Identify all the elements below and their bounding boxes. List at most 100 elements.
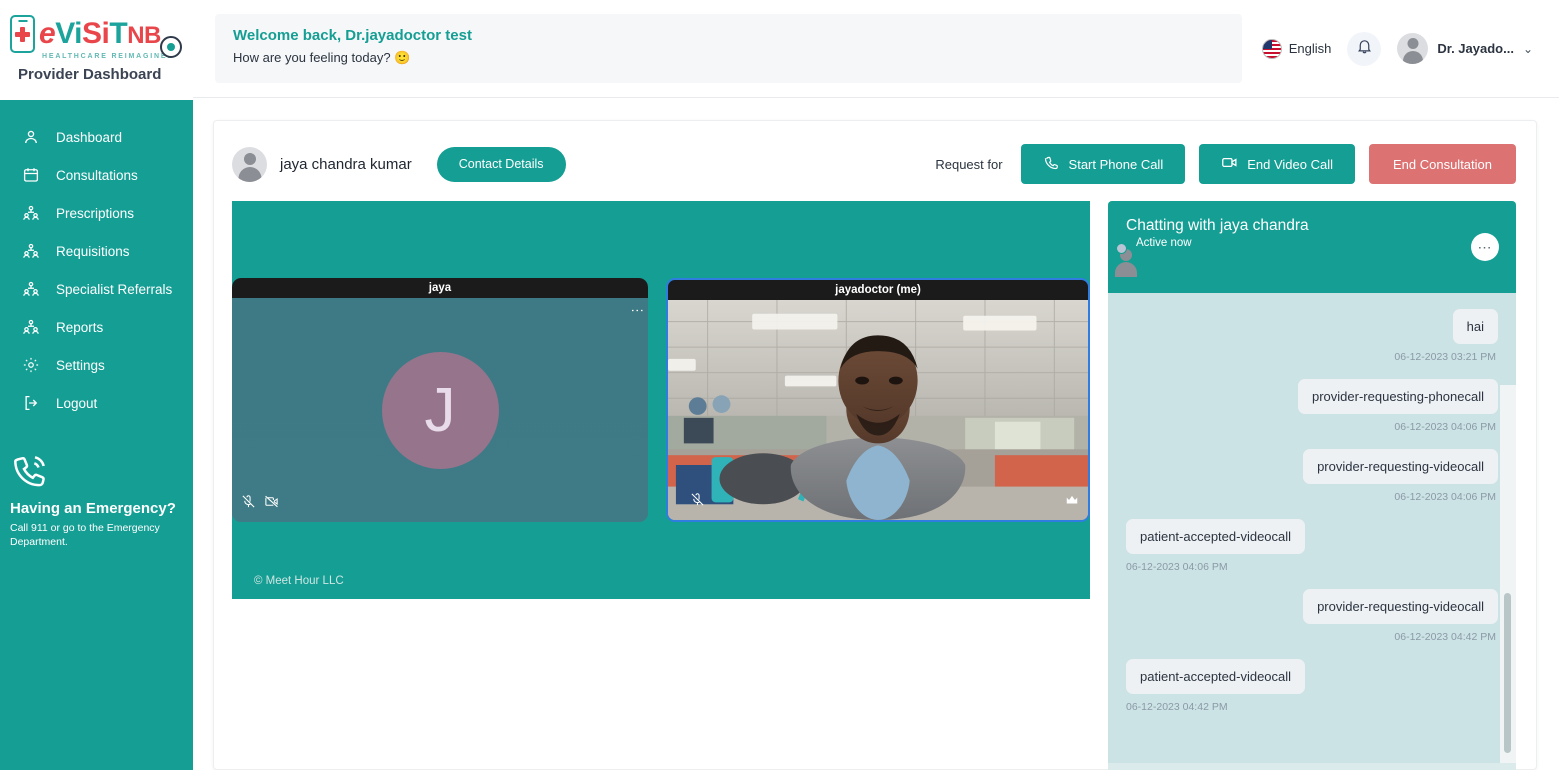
participant-initial-avatar: J — [382, 352, 499, 469]
sidebar-item-label: Requisitions — [56, 244, 130, 259]
video-tile-status-badges — [241, 494, 279, 514]
notifications-button[interactable] — [1347, 32, 1381, 66]
top-bar: Welcome back, Dr.jayadoctor test How are… — [193, 0, 1559, 98]
mic-off-icon — [690, 492, 705, 512]
language-label: English — [1289, 41, 1332, 56]
video-tile-name: jayadoctor (me) — [668, 280, 1088, 300]
video-tile-placeholder: J — [232, 298, 648, 522]
video-camera-icon — [1221, 154, 1238, 174]
sidebar-item-requisitions[interactable]: Requisitions — [0, 232, 193, 270]
phone-cross-icon — [10, 15, 35, 53]
chat-timestamp: 06-12-2023 04:42 PM — [1394, 631, 1496, 643]
group-icon — [22, 280, 40, 298]
emergency-subtitle: Call 911 or go to the Emergency Departme… — [10, 521, 190, 549]
chat-presence-row: Active now — [1126, 237, 1498, 249]
logo-part-nb: NB — [127, 22, 161, 49]
mic-off-icon — [241, 494, 256, 514]
video-tile-patient[interactable]: jaya J ⋮ — [232, 278, 648, 522]
app-root: eViSiTNB HEALTHCARE REIMAGINED Provider … — [0, 0, 1559, 770]
sidebar-item-settings[interactable]: Settings — [0, 346, 193, 384]
video-conference-stage: jaya J ⋮ — [232, 201, 1090, 599]
language-selector[interactable]: English — [1262, 39, 1332, 59]
sidebar-item-label: Logout — [56, 396, 97, 411]
emergency-title: Having an Emergency? — [10, 500, 190, 518]
sidebar-item-specialist-referrals[interactable]: Specialist Referrals — [0, 270, 193, 308]
welcome-banner: Welcome back, Dr.jayadoctor test How are… — [215, 14, 1242, 83]
chat-bubble: hai — [1453, 309, 1498, 344]
sidebar-item-label: Dashboard — [56, 130, 122, 145]
evisitnb-logo: eViSiTNB — [10, 12, 183, 56]
logo-part-si: Si — [82, 17, 109, 50]
user-menu[interactable]: Dr. Jayado... ⌄ — [1397, 33, 1533, 64]
chat-options-button[interactable]: ⋯ — [1471, 233, 1499, 261]
sidebar-item-label: Reports — [56, 320, 103, 335]
end-consultation-button[interactable]: End Consultation — [1369, 144, 1516, 184]
contact-details-button[interactable]: Contact Details — [437, 147, 566, 182]
request-for-label: Request for — [935, 157, 1002, 172]
sidebar-item-prescriptions[interactable]: Prescriptions — [0, 194, 193, 232]
crown-icon — [1065, 493, 1079, 512]
sidebar-item-reports[interactable]: Reports — [0, 308, 193, 346]
start-phone-call-button[interactable]: Start Phone Call — [1021, 144, 1186, 184]
chat-bubble: provider-requesting-phonecall — [1298, 379, 1498, 414]
user-icon — [22, 128, 40, 146]
chat-message-list[interactable]: hai 06-12-2023 03:21 PM provider-request… — [1108, 293, 1516, 763]
chat-footer-bar — [1108, 763, 1516, 770]
avatar — [1397, 33, 1428, 64]
sidebar-item-consultations[interactable]: Consultations — [0, 156, 193, 194]
group-icon — [22, 242, 40, 260]
sidebar-item-label: Settings — [56, 358, 105, 373]
chat-bubble: patient-accepted-videocall — [1126, 659, 1305, 694]
provider-dashboard-title: Provider Dashboard — [10, 66, 183, 83]
sidebar-item-logout[interactable]: Logout — [0, 384, 193, 422]
chat-timestamp: 06-12-2023 04:06 PM — [1394, 421, 1496, 433]
welcome-subtitle: How are you feeling today? 🙂 — [233, 50, 1242, 66]
chat-timestamp: 06-12-2023 03:21 PM — [1394, 351, 1496, 363]
chat-message: patient-accepted-videocall 06-12-2023 04… — [1126, 519, 1498, 573]
chat-scrollbar-thumb[interactable] — [1504, 593, 1511, 753]
sidebar-logo-zone: eViSiTNB HEALTHCARE REIMAGINED Provider … — [0, 0, 193, 100]
patient-avatar — [232, 147, 267, 182]
video-tile-menu-icon[interactable]: ⋮ — [635, 304, 639, 317]
chat-message: provider-requesting-videocall 06-12-2023… — [1126, 449, 1498, 503]
meet-hour-credit: © Meet Hour LLC — [254, 575, 344, 587]
chat-message: patient-accepted-videocall 06-12-2023 04… — [1126, 659, 1498, 713]
patient-name: jaya chandra kumar — [280, 156, 412, 173]
logo-part-t: T — [109, 17, 127, 50]
start-phone-call-label: Start Phone Call — [1069, 157, 1164, 172]
sidebar-nav: Dashboard Consultations Prescriptions Re… — [0, 100, 193, 422]
phone-ring-icon — [10, 452, 190, 492]
sidebar: eViSiTNB HEALTHCARE REIMAGINED Provider … — [0, 0, 193, 770]
video-chat-split: jaya J ⋮ — [232, 201, 1516, 770]
main-area: Welcome back, Dr.jayadoctor test How are… — [193, 0, 1559, 770]
chevron-down-icon: ⌄ — [1523, 42, 1533, 56]
sidebar-item-label: Specialist Referrals — [56, 282, 172, 297]
chat-message: provider-requesting-phonecall 06-12-2023… — [1126, 379, 1498, 433]
chat-message: provider-requesting-videocall 06-12-2023… — [1126, 589, 1498, 643]
bell-icon — [1356, 38, 1373, 60]
logout-icon — [22, 394, 40, 412]
topbar-right-cluster: English Dr. Jayado... ⌄ — [1242, 14, 1545, 83]
chat-panel: Chatting with jaya chandra Active now ⋯ — [1108, 201, 1516, 770]
chat-timestamp: 06-12-2023 04:06 PM — [1394, 491, 1496, 503]
chat-bubble: patient-accepted-videocall — [1126, 519, 1305, 554]
chat-bubble: provider-requesting-videocall — [1303, 449, 1498, 484]
consultation-card: jaya chandra kumar Contact Details Reque… — [213, 120, 1537, 770]
welcome-title: Welcome back, Dr.jayadoctor test — [233, 27, 1242, 44]
camera-off-icon — [264, 494, 279, 514]
end-video-call-button[interactable]: End Video Call — [1199, 144, 1355, 184]
end-video-call-label: End Video Call — [1247, 157, 1333, 172]
user-name-label: Dr. Jayado... — [1437, 41, 1514, 56]
consultation-header: jaya chandra kumar Contact Details Reque… — [232, 141, 1516, 187]
consultation-actions: Request for Start Phone Call End Video — [935, 144, 1516, 184]
chat-timestamp: 06-12-2023 04:42 PM — [1126, 701, 1228, 713]
chat-timestamp: 06-12-2023 04:06 PM — [1126, 561, 1228, 573]
chat-message: hai 06-12-2023 03:21 PM — [1126, 309, 1498, 363]
video-tile-self[interactable]: jayadoctor (me) — [666, 278, 1090, 522]
video-tile-name: jaya — [232, 278, 648, 298]
sidebar-collapse-toggle-icon[interactable] — [160, 36, 182, 58]
gear-icon — [22, 356, 40, 374]
sidebar-item-dashboard[interactable]: Dashboard — [0, 118, 193, 156]
chat-bubble: provider-requesting-videocall — [1303, 589, 1498, 624]
group-icon — [22, 318, 40, 336]
